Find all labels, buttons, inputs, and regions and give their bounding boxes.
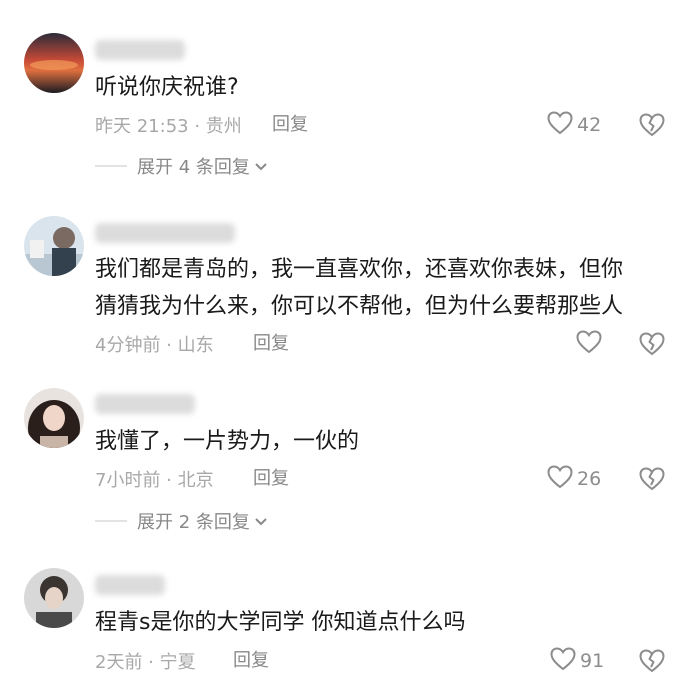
comment-text: 程青s是你的大学同学 你知道点什么吗 [95, 610, 466, 635]
broken-heart-icon [639, 649, 665, 673]
comment-meta: 昨天 21:53 · 贵州 [95, 116, 242, 137]
comment-meta: 7小时前 · 北京 [95, 470, 214, 491]
expand-replies-button[interactable]: 展开 4 条回复 [95, 154, 268, 178]
reply-button[interactable]: 回复 [233, 647, 269, 675]
comment-meta: 2天前 · 宁夏 [95, 652, 196, 673]
reply-button[interactable]: 回复 [272, 111, 308, 139]
chevron-down-icon [254, 512, 268, 531]
divider-line [95, 165, 127, 167]
dislike-button[interactable] [638, 465, 666, 493]
comment-text: 我们都是青岛的，我一直喜欢你，还喜欢你表妹，但你 猜猜我为什么来，你可以不帮他，… [95, 257, 624, 319]
avatar[interactable] [24, 216, 84, 276]
comment-item: 程青s是你的大学同学 你知道点什么吗 2天前 · 宁夏 回复 91 [0, 550, 690, 675]
like-button[interactable]: 42 [547, 111, 601, 139]
comment-meta: 4分钟前 · 山东 [95, 335, 214, 356]
heart-outline-icon [550, 647, 576, 675]
heart-outline-icon [547, 465, 573, 493]
chevron-down-icon [254, 157, 268, 176]
comment-text: 我懂了，一片势力，一伙的 [95, 429, 360, 454]
reply-button[interactable]: 回复 [253, 465, 289, 493]
expand-replies-button[interactable]: 展开 2 条回复 [95, 509, 268, 533]
dislike-button[interactable] [638, 111, 666, 139]
expand-replies-label: 展开 2 条回复 [137, 512, 250, 533]
like-count: 26 [577, 468, 602, 490]
heart-outline-icon [576, 330, 602, 358]
username[interactable] [95, 223, 235, 243]
like-count: 42 [577, 114, 602, 136]
broken-heart-icon [639, 332, 665, 356]
comment-item: 我们都是青岛的，我一直喜欢你，还喜欢你表妹，但你 猜猜我为什么来，你可以不帮他，… [0, 190, 690, 370]
divider-line [95, 520, 127, 522]
broken-heart-icon [639, 113, 665, 137]
broken-heart-icon [639, 467, 665, 491]
avatar[interactable] [24, 33, 84, 93]
like-count: 91 [580, 650, 605, 672]
heart-outline-icon [547, 111, 573, 139]
avatar[interactable] [24, 388, 84, 448]
dislike-button[interactable] [638, 330, 666, 358]
like-button[interactable]: 91 [550, 647, 604, 675]
like-button[interactable]: 26 [547, 465, 601, 493]
dislike-button[interactable] [638, 647, 666, 675]
username[interactable] [95, 394, 195, 414]
comment-item: 我懂了，一片势力，一伙的 7小时前 · 北京 回复 26 展开 2 条回复 [0, 370, 690, 550]
like-button[interactable] [576, 330, 606, 358]
comment-text: 听说你庆祝谁? [95, 75, 239, 100]
username[interactable] [95, 575, 165, 595]
expand-replies-label: 展开 4 条回复 [137, 157, 250, 178]
reply-button[interactable]: 回复 [253, 330, 289, 358]
comment-item: 听说你庆祝谁? 昨天 21:53 · 贵州 回复 42 展开 4 条回复 [0, 0, 690, 190]
avatar[interactable] [24, 568, 84, 628]
username[interactable] [95, 40, 185, 60]
